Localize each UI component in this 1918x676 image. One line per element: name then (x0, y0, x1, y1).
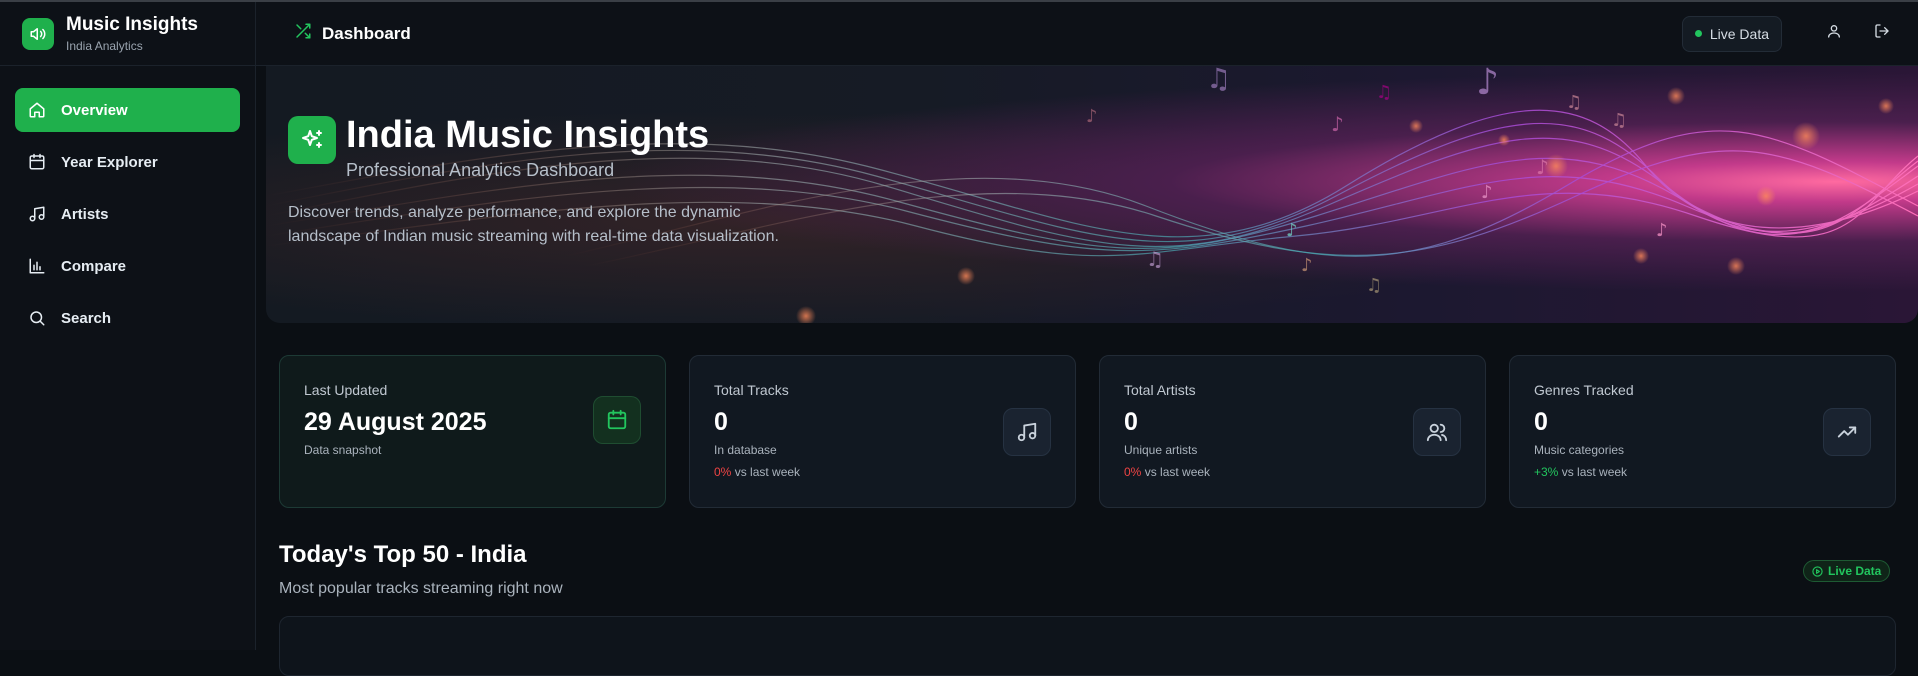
user-icon (1826, 23, 1842, 44)
sidebar-item-search[interactable]: Search (15, 296, 240, 340)
svg-text:♪: ♪ (1656, 220, 1668, 241)
stat-label: Genres Tracked (1534, 382, 1634, 398)
brand-title: Music Insights (66, 14, 198, 35)
page-title-group: Dashboard (294, 22, 411, 45)
music-note-icon (27, 204, 47, 224)
svg-text:♪: ♪ (1301, 255, 1313, 276)
trending-up-icon (1823, 408, 1871, 456)
live-data-label: Live Data (1709, 25, 1769, 42)
calendar-icon (27, 152, 47, 172)
live-data-badge-label: Live Data (1828, 564, 1882, 578)
svg-text:♫: ♫ (1146, 247, 1164, 271)
topbar-actions: Live Data (1681, 15, 1900, 52)
svg-text:♪: ♪ (1481, 182, 1493, 203)
stat-value: 0 (1534, 408, 1548, 436)
home-icon (27, 100, 47, 120)
user-button[interactable] (1816, 16, 1852, 52)
brand-subtitle: India Analytics (66, 39, 143, 53)
sidebar-item-year-explorer[interactable]: Year Explorer (15, 140, 240, 184)
svg-text:♪: ♪ (1476, 66, 1499, 103)
svg-text:♪: ♪ (1086, 106, 1098, 127)
hero-subtitle: Professional Analytics Dashboard (346, 160, 615, 180)
hero-banner: ♫ ♪ ♫ ♫ ♪ ♪ ♫ ♪ ♪ ♪ ♫ ♪ ♫ ♪ India Music … (266, 66, 1918, 323)
stat-value: 0 (714, 408, 728, 436)
sidebar-item-label: Artists (61, 205, 109, 223)
stat-card-total-artists[interactable]: Total Artists 0 Unique artists 0% vs las… (1099, 355, 1486, 508)
svg-text:♪: ♪ (1331, 112, 1344, 136)
users-icon (1413, 408, 1461, 456)
topbar: Dashboard Live Data (256, 2, 1918, 66)
stat-card-last-updated[interactable]: Last Updated 29 August 2025 Data snapsho… (279, 355, 666, 508)
section-title: Today's Top 50 - India (279, 541, 527, 568)
page-title: Dashboard (322, 23, 411, 43)
stat-note: In database (714, 443, 777, 457)
svg-text:♫: ♫ (1366, 275, 1382, 296)
stat-note: Unique artists (1124, 443, 1198, 457)
hero-content: India Music Insights Professional Analyt… (288, 114, 788, 249)
stats-row: Last Updated 29 August 2025 Data snapsho… (279, 355, 1918, 508)
search-icon (27, 308, 47, 328)
stat-label: Total Artists (1124, 382, 1196, 398)
bar-chart-icon (27, 256, 47, 276)
live-data-badge: Live Data (1803, 560, 1891, 582)
top50-table-panel (279, 616, 1896, 676)
stat-value: 29 August 2025 (304, 408, 487, 436)
shuffle-icon (294, 22, 312, 45)
sidebar-item-compare[interactable]: Compare (15, 244, 240, 288)
sparkles-icon (288, 116, 336, 164)
sidebar-item-overview[interactable]: Overview (15, 88, 240, 132)
stat-delta-text: vs last week (1144, 465, 1211, 479)
play-circle-icon (1812, 565, 1823, 577)
hero-title: India Music Insights (346, 114, 710, 156)
stat-value: 0 (1124, 408, 1138, 436)
section-subtitle: Most popular tracks streaming right now (279, 580, 563, 597)
stat-label: Last Updated (304, 382, 388, 398)
svg-text:♫: ♫ (1206, 66, 1231, 95)
calendar-icon (593, 396, 641, 444)
speaker-icon (22, 17, 54, 50)
brand[interactable]: Music Insights India Analytics (0, 2, 255, 66)
logout-icon (1874, 23, 1890, 44)
live-data-indicator[interactable]: Live Data (1681, 15, 1782, 52)
svg-text:♪: ♪ (1536, 155, 1549, 179)
stat-delta: 0% vs last week (1124, 465, 1461, 479)
stat-delta: +3% vs last week (1534, 465, 1871, 479)
sidebar-item-label: Year Explorer (61, 153, 158, 171)
sidebar-item-label: Search (61, 309, 112, 327)
sidebar: Music Insights India Analytics Overview … (0, 2, 256, 650)
stat-delta: 0% vs last week (714, 465, 1051, 479)
stat-delta-text: vs last week (1561, 465, 1628, 479)
stat-delta-value: 0% (1124, 465, 1142, 479)
stat-delta-text: vs last week (734, 465, 801, 479)
main-content: ♫ ♪ ♫ ♫ ♪ ♪ ♫ ♪ ♪ ♪ ♫ ♪ ♫ ♪ India Music … (256, 66, 1918, 676)
svg-text:♪: ♪ (1286, 220, 1298, 241)
stat-label: Total Tracks (714, 382, 789, 398)
sidebar-item-artists[interactable]: Artists (15, 192, 240, 236)
sidebar-item-label: Compare (61, 257, 127, 275)
hero-description: Discover trends, analyze performance, an… (288, 204, 779, 245)
live-dot-icon (1694, 30, 1702, 37)
music-note-icon (1003, 408, 1051, 456)
stat-delta-value: 0% (714, 465, 732, 479)
svg-text:♫: ♫ (1611, 110, 1627, 131)
stat-card-total-tracks[interactable]: Total Tracks 0 In database 0% vs last we… (689, 355, 1076, 508)
stat-delta-value: +3% (1534, 465, 1559, 479)
sidebar-item-label: Overview (61, 101, 128, 119)
svg-text:♫: ♫ (1566, 92, 1582, 113)
stat-note: Music categories (1534, 443, 1625, 457)
sidebar-nav: Overview Year Explorer Artists Compare S… (0, 66, 255, 340)
logout-button[interactable] (1864, 16, 1900, 52)
svg-text:♫: ♫ (1376, 82, 1392, 103)
stat-note: Data snapshot (304, 443, 382, 457)
stat-card-genres-tracked[interactable]: Genres Tracked 0 Music categories +3% vs… (1509, 355, 1896, 508)
